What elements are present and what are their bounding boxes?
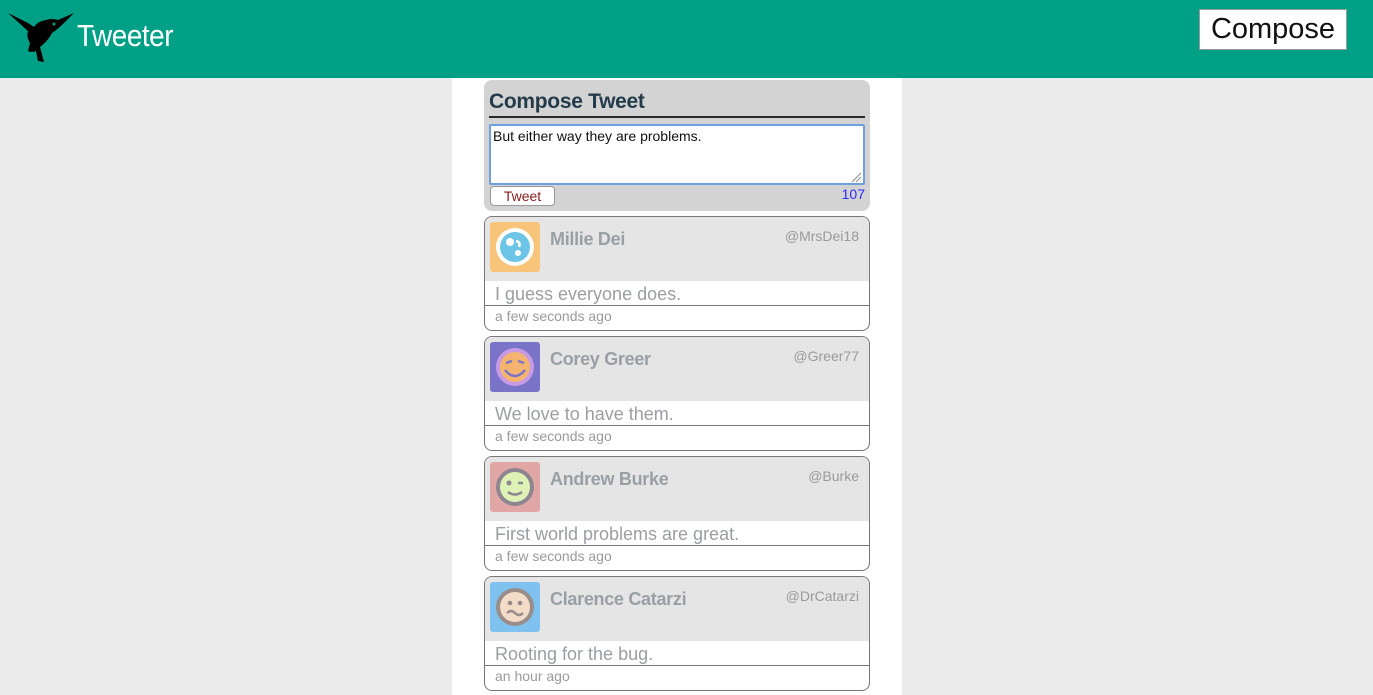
tweet-author-name[interactable]: Clarence Catarzi [550,589,687,610]
tweet-handle[interactable]: @Greer77 [793,348,859,364]
tweet-divider [485,665,869,666]
tweet-author-name[interactable]: Andrew Burke [550,469,669,490]
tweet-card: Clarence Catarzi @DrCatarzi Rooting for … [484,576,870,691]
top-nav: Tweeter Compose [0,0,1373,78]
app-title[interactable]: Tweeter [77,18,174,54]
compose-panel: Compose Tweet But either way they are pr… [484,80,870,211]
compose-divider [489,116,865,118]
tweet-card: Millie Dei @MrsDei18 I guess everyone do… [484,216,870,331]
tweet-timestamp: a few seconds ago [495,308,612,324]
tweet-text: First world problems are great. [495,524,740,544]
hummingbird-icon [8,13,74,62]
tweet-timestamp: a few seconds ago [495,428,612,444]
tweet-textarea[interactable]: But either way they are problems. [489,124,865,185]
tweet-handle[interactable]: @DrCatarzi [786,588,859,604]
tweet-divider [485,305,869,306]
tweet-card: Andrew Burke @Burke First world problems… [484,456,870,571]
avatar-wavy-mouth-icon [490,582,540,632]
compose-button[interactable]: Compose [1199,9,1347,50]
tweet-handle[interactable]: @Burke [808,468,859,484]
tweet-header: Corey Greer @Greer77 [485,337,869,401]
tweet-timestamp: a few seconds ago [495,548,612,564]
compose-title: Compose Tweet [489,90,645,113]
tweet-divider [485,545,869,546]
resize-grip-icon[interactable] [850,171,862,183]
tweet-text: I guess everyone does. [495,284,682,304]
tweet-header: Millie Dei @MrsDei18 [485,217,869,281]
tweet-author-name[interactable]: Millie Dei [550,229,625,250]
tweet-text: We love to have them. [495,404,674,424]
tweet-handle[interactable]: @MrsDei18 [785,228,859,244]
avatar-planet-icon [490,222,540,272]
avatar-grin-icon [490,342,540,392]
tweet-text: Rooting for the bug. [495,644,654,664]
char-counter: 107 [841,186,865,202]
tweet-timestamp: an hour ago [495,668,570,684]
tweet-divider [485,425,869,426]
tweet-header: Clarence Catarzi @DrCatarzi [485,577,869,641]
tweet-header: Andrew Burke @Burke [485,457,869,521]
tweet-card: Corey Greer @Greer77 We love to have the… [484,336,870,451]
tweet-author-name[interactable]: Corey Greer [550,349,651,370]
main-column: Compose Tweet But either way they are pr… [452,78,902,695]
avatar-wink-icon [490,462,540,512]
tweet-button[interactable]: Tweet [490,186,555,206]
